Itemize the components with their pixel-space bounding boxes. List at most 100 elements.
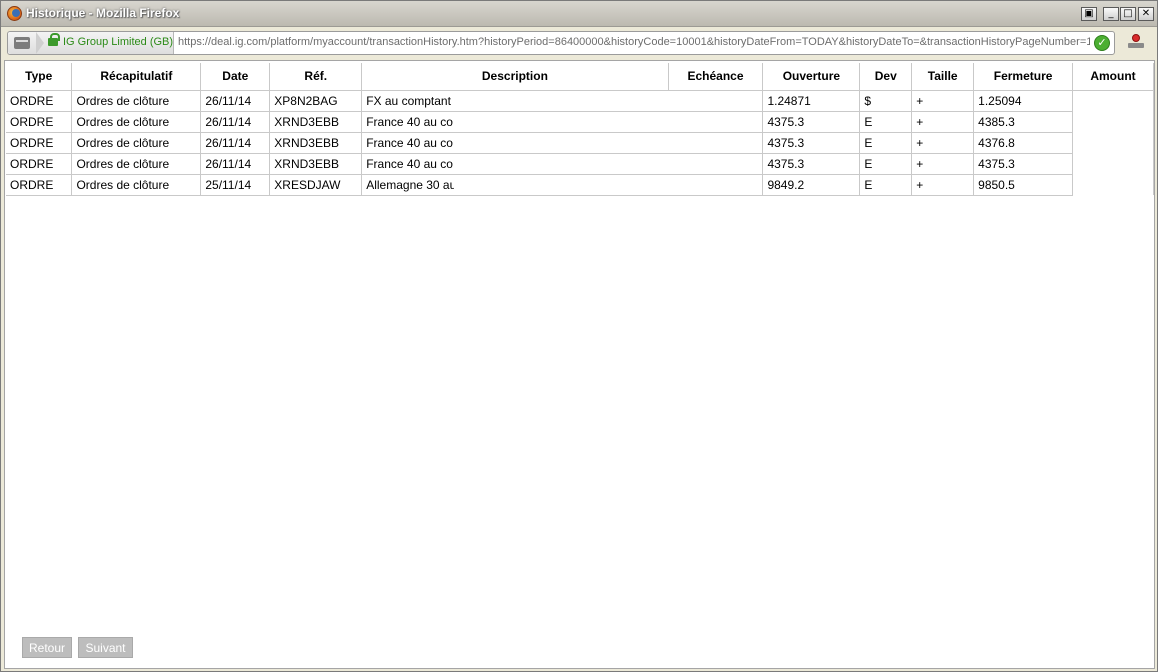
- site-identity-button[interactable]: IG Group Limited (GB): [8, 32, 174, 54]
- description-text: Allemagne 30 au: [366, 177, 455, 192]
- cell-ref: XRND3EBB: [269, 153, 363, 175]
- page-content: Type Récapitulatif Date Réf. Description…: [4, 60, 1155, 669]
- url-bar[interactable]: IG Group Limited (GB) https://deal.ig.co…: [7, 31, 1115, 55]
- cell-ouverture: 4375.3: [762, 153, 861, 175]
- cell-recap: Ordres de clôture: [71, 90, 202, 112]
- header-fermeture[interactable]: Fermeture: [973, 63, 1074, 91]
- minimize-button[interactable]: _: [1103, 7, 1119, 21]
- window-title: Historique - Mozilla Firefox: [26, 6, 180, 20]
- back-button[interactable]: Retour: [22, 637, 73, 658]
- addon-badge: [1132, 34, 1140, 42]
- cell-recap: Ordres de clôture: [71, 153, 202, 175]
- addon-icon[interactable]: [1127, 33, 1145, 51]
- firefox-icon: [7, 6, 22, 21]
- cell-type: ORDRE: [6, 132, 73, 154]
- cell-amount: [1072, 132, 1154, 153]
- table-header-row: Type Récapitulatif Date Réf. Description…: [6, 63, 1154, 91]
- cell-echeance: [668, 111, 764, 133]
- cell-ref: XRESDJAW: [269, 174, 363, 196]
- table-row[interactable]: ORDRE Ordres de clôture 26/11/14 XRND3EB…: [6, 111, 1154, 133]
- cell-echeance: [668, 153, 764, 175]
- cell-ref: XP8N2BAG: [269, 90, 363, 112]
- identity-label: IG Group Limited (GB): [63, 36, 174, 48]
- transaction-history-table: Type Récapitulatif Date Réf. Description…: [6, 63, 1154, 196]
- description-text: France 40 au co: [366, 156, 453, 171]
- cell-recap: Ordres de clôture: [71, 111, 202, 133]
- cell-recap: Ordres de clôture: [71, 132, 202, 154]
- cell-taille: +: [911, 174, 975, 196]
- close-button[interactable]: ✕: [1138, 7, 1154, 21]
- title-bar: Historique - Mozilla Firefox ▣ _ □ ✕: [1, 1, 1157, 27]
- header-ref[interactable]: Réf.: [269, 63, 363, 91]
- header-recapitulatif[interactable]: Récapitulatif: [71, 63, 202, 91]
- browser-window: Historique - Mozilla Firefox ▣ _ □ ✕ IG …: [0, 0, 1158, 672]
- cell-amount: [1072, 174, 1154, 195]
- cell-date: 25/11/14: [200, 174, 271, 196]
- cell-fermeture: 1.25094: [973, 90, 1074, 112]
- header-echeance[interactable]: Echéance: [668, 63, 764, 91]
- cell-dev: E: [859, 153, 913, 175]
- restore-icon[interactable]: ▣: [1081, 7, 1097, 21]
- header-type[interactable]: Type: [6, 63, 73, 91]
- cell-echeance: [668, 174, 764, 196]
- url-text[interactable]: https://deal.ig.com/platform/myaccount/t…: [178, 36, 1090, 48]
- lock-icon: [48, 33, 60, 46]
- cell-description: France 40 au co: [361, 153, 669, 175]
- cell-taille: +: [911, 111, 975, 133]
- table-row[interactable]: ORDRE Ordres de clôture 26/11/14 XRND3EB…: [6, 132, 1154, 154]
- cell-taille: +: [911, 153, 975, 175]
- cell-type: ORDRE: [6, 174, 73, 196]
- cell-description: France 40 au co: [361, 132, 669, 154]
- addon-base: [1128, 43, 1144, 48]
- cell-description: Allemagne 30 au: [361, 174, 669, 196]
- cell-type: ORDRE: [6, 153, 73, 175]
- header-dev[interactable]: Dev: [859, 63, 913, 91]
- pagination: Retour Suivant: [22, 637, 135, 658]
- maximize-button[interactable]: □: [1120, 7, 1136, 21]
- checkmark-icon[interactable]: ✓: [1094, 35, 1110, 51]
- cell-date: 26/11/14: [200, 90, 271, 112]
- table-row[interactable]: ORDRE Ordres de clôture 25/11/14 XRESDJA…: [6, 174, 1154, 196]
- next-button[interactable]: Suivant: [78, 637, 133, 658]
- description-text: France 40 au co: [366, 135, 453, 150]
- navigation-bar: IG Group Limited (GB) https://deal.ig.co…: [1, 28, 1157, 58]
- cell-echeance: [668, 132, 764, 154]
- cell-dev: E: [859, 132, 913, 154]
- header-amount[interactable]: Amount: [1072, 63, 1154, 91]
- header-date[interactable]: Date: [200, 63, 271, 91]
- cell-ouverture: 4375.3: [762, 111, 861, 133]
- cell-taille: +: [911, 90, 975, 112]
- cell-ouverture: 1.24871: [762, 90, 861, 112]
- table-row[interactable]: ORDRE Ordres de clôture 26/11/14 XP8N2BA…: [6, 90, 1154, 112]
- cell-echeance: [668, 90, 764, 112]
- cell-dev: $: [859, 90, 913, 112]
- cell-ref: XRND3EBB: [269, 132, 363, 154]
- cell-fermeture: 9850.5: [973, 174, 1074, 196]
- cell-description: France 40 au co: [361, 111, 669, 133]
- header-taille[interactable]: Taille: [911, 63, 975, 91]
- cell-type: ORDRE: [6, 111, 73, 133]
- header-description[interactable]: Description: [361, 63, 669, 91]
- cell-fermeture: 4376.8: [973, 132, 1074, 154]
- cell-ouverture: 9849.2: [762, 174, 861, 196]
- cell-ouverture: 4375.3: [762, 132, 861, 154]
- cell-amount: [1072, 153, 1154, 174]
- cell-dev: E: [859, 174, 913, 196]
- cell-amount: [1072, 111, 1154, 132]
- cell-fermeture: 4385.3: [973, 111, 1074, 133]
- cell-amount: [1072, 90, 1154, 111]
- description-text: FX au comptant: [366, 93, 451, 108]
- header-ouverture[interactable]: Ouverture: [762, 63, 861, 91]
- cell-ref: XRND3EBB: [269, 111, 363, 133]
- cell-fermeture: 4375.3: [973, 153, 1074, 175]
- cell-type: ORDRE: [6, 90, 73, 112]
- cell-description: FX au comptant: [361, 90, 669, 112]
- cell-date: 26/11/14: [200, 111, 271, 133]
- table-row[interactable]: ORDRE Ordres de clôture 26/11/14 XRND3EB…: [6, 153, 1154, 175]
- cell-date: 26/11/14: [200, 153, 271, 175]
- cell-dev: E: [859, 111, 913, 133]
- cell-recap: Ordres de clôture: [71, 174, 202, 196]
- cell-taille: +: [911, 132, 975, 154]
- identity-arrow: [36, 32, 44, 54]
- description-text: France 40 au co: [366, 114, 453, 129]
